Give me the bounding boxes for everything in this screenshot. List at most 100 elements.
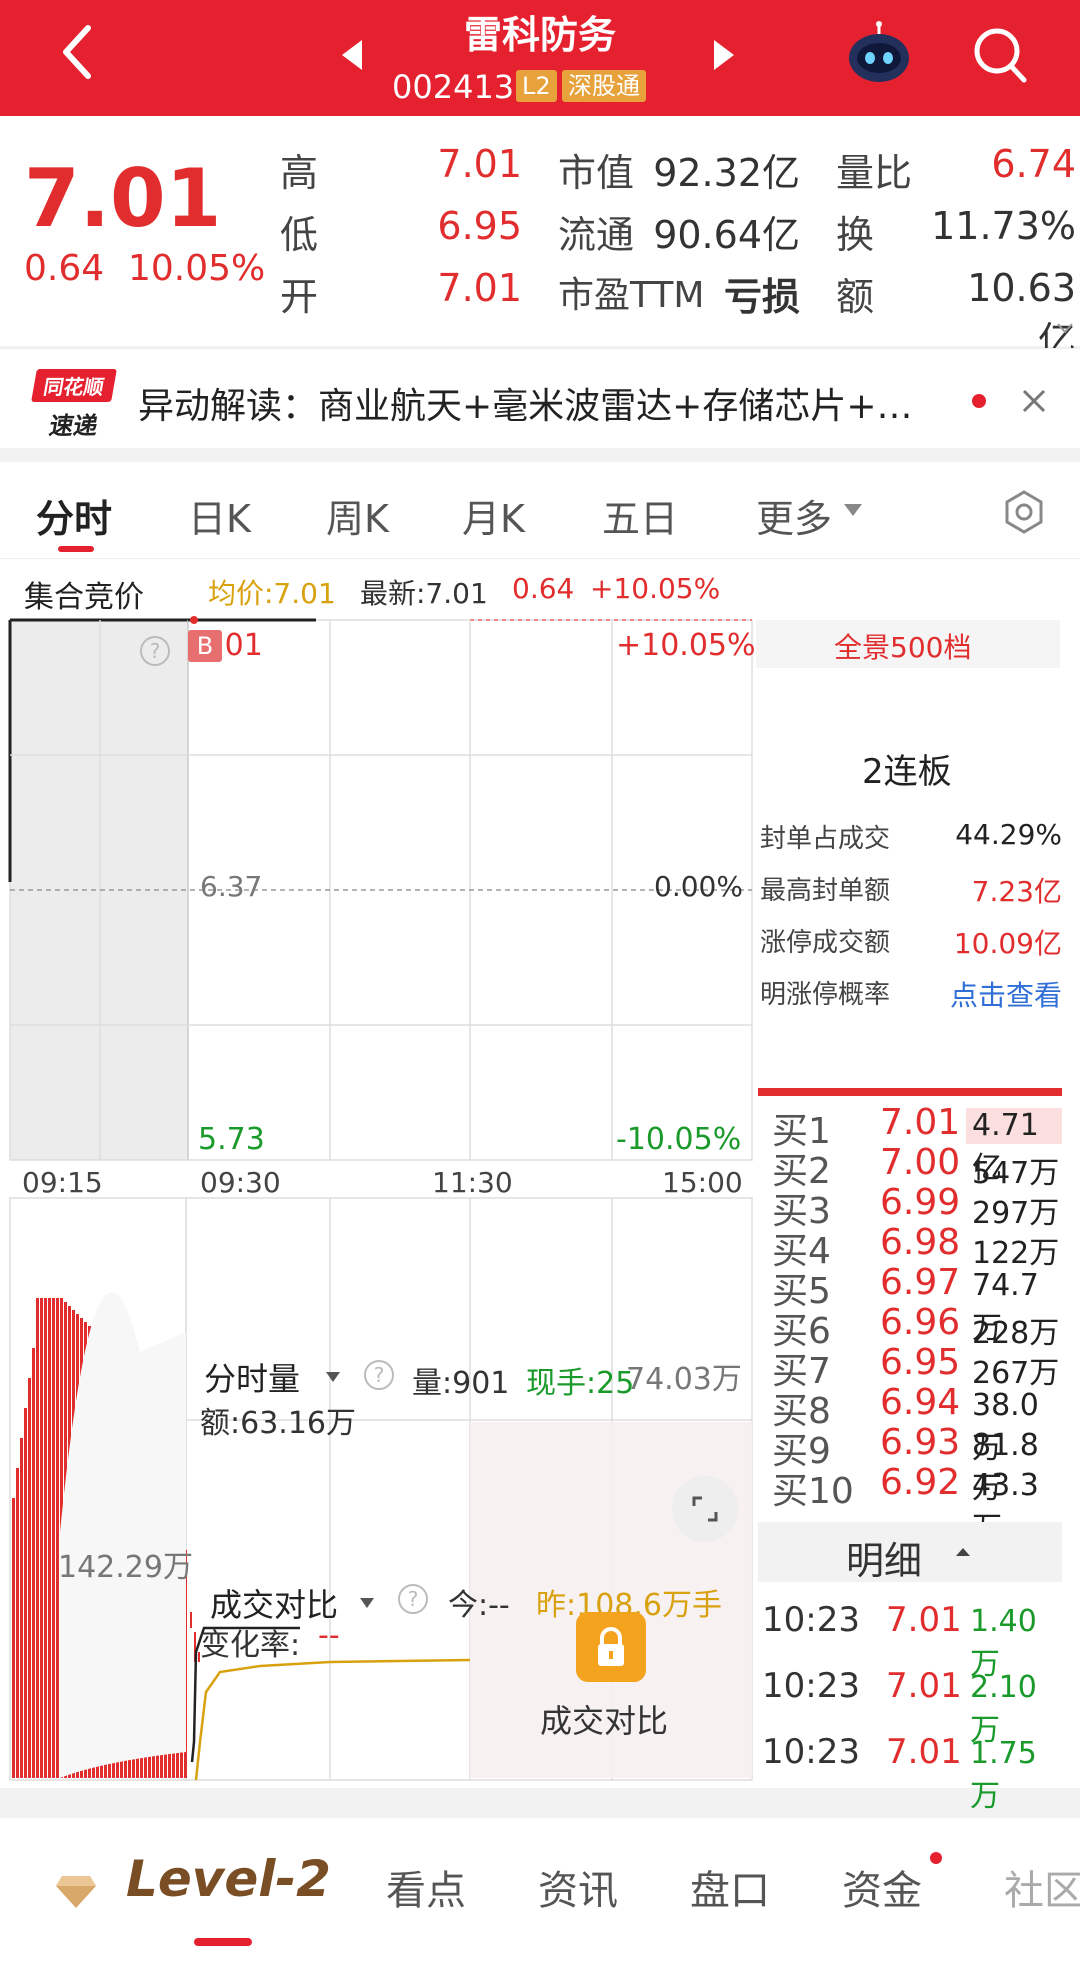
current-hand: 现手:25: [526, 1366, 635, 1401]
amount-value-label: 额:63.16万: [200, 1406, 356, 1441]
close-icon[interactable]: [1020, 387, 1048, 415]
info-change: 0.64: [512, 572, 575, 605]
nav-order-book[interactable]: 盘口: [690, 1858, 770, 1916]
auction-volume-bar: [36, 1298, 39, 1778]
ths-express-logo: 同花顺 速递: [31, 369, 117, 440]
order-row: 买4 6.98 122万: [772, 1222, 1062, 1272]
robot-assistant-icon[interactable]: [846, 20, 912, 86]
active-nav-indicator: [194, 1938, 252, 1946]
auction-volume-bar: [32, 1348, 35, 1778]
help-icon[interactable]: ?: [362, 1358, 396, 1392]
auction-volume-bar: [48, 1298, 51, 1778]
active-tab-indicator: [58, 546, 94, 552]
change-rate-label: 变化率:: [200, 1628, 301, 1663]
order-book-divider: [758, 1088, 1062, 1096]
order-row: 买8 6.94 38.0万: [772, 1382, 1062, 1466]
order-price: 6.95: [880, 1342, 961, 1383]
low-label: 低: [280, 213, 319, 257]
lock-icon[interactable]: [576, 1612, 646, 1682]
news-headline[interactable]: 异动解读：商业航天+毫米波雷达+存储芯片+…: [138, 377, 968, 429]
tab-daily-k[interactable]: 日K: [188, 488, 251, 543]
open-value: 7.01: [437, 266, 522, 310]
volume-type-selector[interactable]: 分时量: [204, 1354, 300, 1400]
order-price: 6.94: [880, 1382, 961, 1423]
auction-volume-bar: [12, 1498, 15, 1778]
stat-label: 封单占成交: [760, 824, 891, 854]
expand-fullscreen-button[interactable]: [672, 1476, 738, 1542]
trade-time: 10:23: [762, 1600, 860, 1640]
price-change-pct: 10.05%: [128, 248, 266, 289]
time-label: 15:00: [662, 1166, 743, 1199]
nav-community[interactable]: 社区: [1004, 1858, 1080, 1916]
help-icon[interactable]: ?: [396, 1582, 430, 1616]
chart-bottom-price: 5.73: [198, 1122, 265, 1157]
detail-label[interactable]: 明细: [846, 1530, 922, 1585]
tab-five-day[interactable]: 五日: [602, 488, 678, 543]
nav-fund-flow[interactable]: 资金: [842, 1858, 922, 1916]
trade-row: 10:23 7.01 2.10万: [762, 1666, 1060, 1748]
nav-highlights[interactable]: 看点: [386, 1858, 466, 1916]
order-price: 6.92: [880, 1462, 961, 1503]
market-cap-label: 市值: [558, 151, 635, 195]
auction-volume-bar: [20, 1438, 23, 1778]
volume-max: 74.03万: [626, 1362, 742, 1397]
stock-name: 雷科防务: [463, 13, 616, 57]
chevron-down-icon: [326, 1372, 340, 1382]
lock-label[interactable]: 成交对比: [540, 1696, 668, 1742]
news-strip[interactable]: 同花顺 速递 异动解读：商业航天+毫米波雷达+存储芯片+…: [0, 348, 1080, 448]
trade-time: 10:23: [762, 1666, 860, 1706]
order-price: 6.97: [880, 1262, 961, 1303]
order-price: 6.98: [880, 1222, 961, 1263]
settings-icon[interactable]: [1000, 488, 1048, 536]
avg-price: 均价:7.01: [208, 577, 336, 610]
help-icon[interactable]: ?: [138, 634, 172, 668]
time-label: 09:15: [22, 1166, 103, 1199]
info-change-pct: +10.05%: [590, 572, 721, 605]
svg-text:?: ?: [374, 1363, 385, 1387]
auction-volume-bar: [24, 1408, 27, 1778]
bottom-nav: Level-2 看点 资讯 盘口 资金 社区: [0, 1818, 1080, 1967]
volume-ratio-value: 6.74: [991, 142, 1076, 186]
svg-text:?: ?: [408, 1587, 419, 1611]
volume-value: 量:901: [412, 1366, 510, 1401]
auction-volume-value: 142.29万: [58, 1550, 193, 1585]
tab-monthly-k[interactable]: 月K: [462, 488, 525, 543]
pe-label: 市盈TTM: [558, 275, 705, 316]
auction-volume-bar: [52, 1298, 55, 1778]
float-cap-value: 90.64亿: [653, 213, 800, 257]
order-row: 买1 7.01 4.71亿: [772, 1102, 1062, 1186]
time-label: 09:30: [200, 1166, 281, 1199]
trade-time: 10:23: [762, 1732, 860, 1772]
pe-value: 亏损: [723, 275, 800, 319]
time-label: 11:30: [432, 1166, 513, 1199]
order-row: 买5 6.97 74.7万: [772, 1262, 1062, 1346]
search-icon[interactable]: [972, 26, 1028, 84]
tab-more[interactable]: 更多: [756, 488, 832, 543]
fund-flow-dot: [930, 1852, 942, 1864]
quote-panel: 7.01 0.64 10.05% 高 7.01 市值 92.32亿 量比 6.7…: [0, 116, 1080, 363]
header-bar: 雷科防务 002413 L2 深股通: [0, 0, 1080, 116]
volume-bar: [190, 1612, 192, 1628]
connect-badge: 深股通: [562, 70, 646, 102]
buy-marker[interactable]: B: [188, 630, 222, 662]
order-price: 6.99: [880, 1182, 961, 1223]
auction-label: 集合竞价: [24, 580, 144, 615]
expand-chevron-icon[interactable]: [1056, 322, 1074, 336]
tab-intraday[interactable]: 分时: [36, 488, 112, 543]
trade-price: 7.01: [886, 1600, 962, 1640]
panorama-label[interactable]: 全景500档: [834, 626, 971, 666]
unread-dot: [972, 394, 986, 408]
chart-area: 集合竞价 均价:7.01 最新:7.01 0.64 +10.05% 7.01 B…: [0, 558, 1080, 1814]
tab-weekly-k[interactable]: 周K: [326, 488, 389, 543]
back-icon[interactable]: [58, 22, 98, 82]
limit-probability-link[interactable]: 点击查看: [918, 974, 1062, 1014]
next-stock-icon[interactable]: [710, 38, 736, 72]
order-row: 买7 6.95 267万: [772, 1342, 1062, 1392]
amount-label: 额: [836, 275, 875, 319]
price-point: [190, 616, 198, 624]
latest-price: 最新:7.01: [360, 577, 488, 610]
nav-news[interactable]: 资讯: [538, 1858, 618, 1916]
auction-volume-bar: [16, 1468, 19, 1778]
auction-volume-bar: [40, 1298, 43, 1778]
nav-level2[interactable]: Level-2: [126, 1850, 331, 1908]
